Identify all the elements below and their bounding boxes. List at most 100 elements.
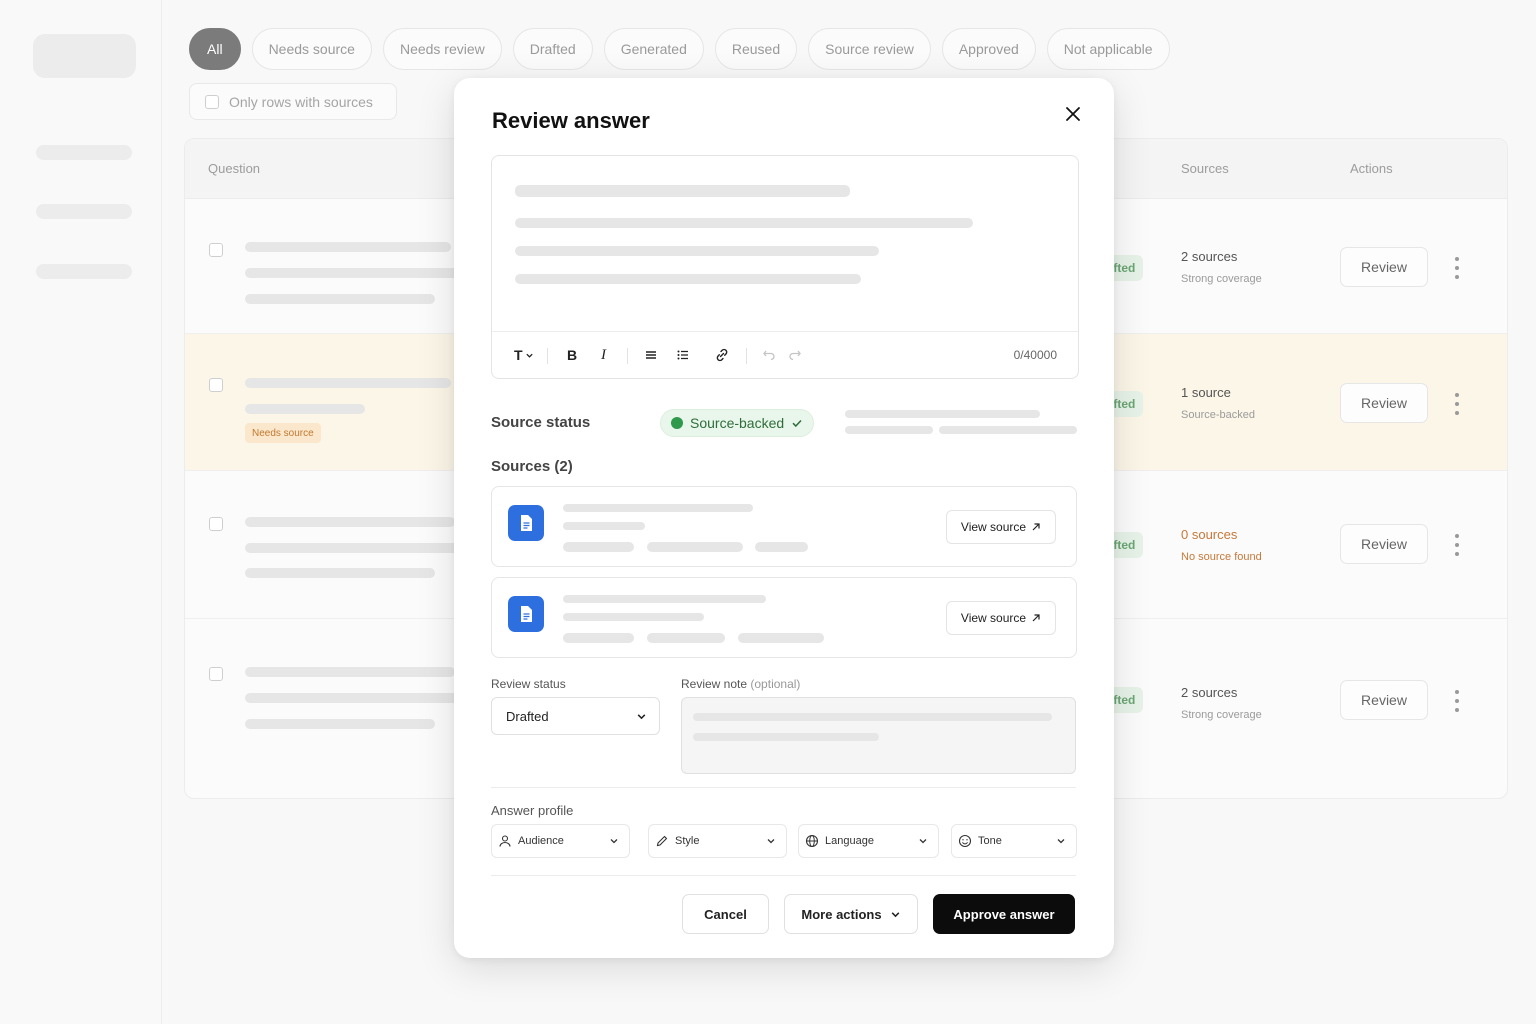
more-options-icon[interactable] xyxy=(1452,534,1462,556)
view-source-button[interactable]: View source xyxy=(946,601,1056,635)
source-status-detail-placeholder xyxy=(939,426,1077,434)
source-count: 2 sources xyxy=(1181,249,1238,264)
editor-content[interactable] xyxy=(492,156,1078,332)
column-header-sources: Sources xyxy=(1181,161,1229,176)
source-count: 2 sources xyxy=(1181,685,1238,700)
divider xyxy=(491,787,1076,788)
approve-answer-button[interactable]: Approve answer xyxy=(933,894,1075,934)
view-source-button[interactable]: View source xyxy=(946,510,1056,544)
review-button[interactable]: Review xyxy=(1340,247,1428,287)
sidebar xyxy=(0,0,162,1024)
optional-hint: (optional) xyxy=(750,677,801,691)
review-button[interactable]: Review xyxy=(1340,524,1428,564)
more-options-icon[interactable] xyxy=(1452,393,1462,415)
question-text-placeholder xyxy=(245,693,465,703)
status-dot-icon xyxy=(671,417,683,429)
row-checkbox[interactable] xyxy=(209,667,223,681)
note-text-placeholder xyxy=(693,713,1052,721)
question-text-placeholder xyxy=(245,568,435,578)
review-status-select[interactable]: Drafted xyxy=(491,697,660,735)
review-answer-modal: Review answer T B I 0/40000 Source statu… xyxy=(454,78,1114,958)
filter-chips: All Needs source Needs review Drafted Ge… xyxy=(189,28,1170,70)
editor-toolbar: T B I 0/40000 xyxy=(492,332,1078,379)
source-title-placeholder xyxy=(563,595,766,603)
text-style-button[interactable]: T xyxy=(514,347,534,363)
row-checkbox[interactable] xyxy=(209,517,223,531)
sidebar-item-placeholder[interactable] xyxy=(36,204,132,219)
text-style-label: T xyxy=(514,347,523,363)
filter-chip-needs-source[interactable]: Needs source xyxy=(251,28,372,70)
more-actions-button[interactable]: More actions xyxy=(784,894,918,934)
bold-button[interactable]: B xyxy=(567,347,577,363)
source-meta-placeholder xyxy=(647,542,743,552)
modal-title: Review answer xyxy=(492,108,650,133)
source-card: View source xyxy=(491,486,1077,567)
cancel-button[interactable]: Cancel xyxy=(682,894,769,934)
chevron-down-icon xyxy=(1057,839,1065,844)
more-options-icon[interactable] xyxy=(1452,690,1462,712)
filter-chip-drafted[interactable]: Drafted xyxy=(512,28,593,70)
source-status-detail-placeholder xyxy=(845,410,1040,418)
question-text-placeholder xyxy=(245,667,455,677)
source-status-label: Source status xyxy=(491,414,591,431)
only-rows-checkbox[interactable] xyxy=(205,94,219,109)
audience-select[interactable]: Audience xyxy=(491,824,630,858)
tone-select[interactable]: Tone xyxy=(951,824,1077,858)
style-select[interactable]: Style xyxy=(648,824,787,858)
source-count: 0 sources xyxy=(1181,527,1238,542)
row-checkbox[interactable] xyxy=(209,378,223,392)
question-text-placeholder xyxy=(245,294,435,304)
italic-button[interactable]: I xyxy=(601,347,606,364)
user-icon xyxy=(499,835,511,847)
filter-chip-approved[interactable]: Approved xyxy=(941,28,1036,70)
sidebar-item-placeholder[interactable] xyxy=(36,264,132,279)
source-title-placeholder xyxy=(563,504,753,512)
question-text-placeholder xyxy=(245,404,365,414)
review-note-label-text: Review note xyxy=(681,677,748,691)
smile-icon xyxy=(958,834,972,848)
filter-chip-source-review[interactable]: Source review xyxy=(808,28,931,70)
bullet-list-icon[interactable] xyxy=(676,348,690,362)
answer-text-placeholder xyxy=(515,185,850,197)
chevron-down-icon xyxy=(767,839,775,844)
review-note-label: Review note (optional) xyxy=(681,677,800,691)
external-link-icon xyxy=(1032,523,1040,531)
question-text-placeholder xyxy=(245,242,451,252)
tone-label: Tone xyxy=(978,835,1002,847)
answer-editor[interactable]: T B I 0/40000 xyxy=(491,155,1079,379)
answer-profile-label: Answer profile xyxy=(491,803,574,818)
filter-chip-all[interactable]: All xyxy=(189,28,241,70)
row-checkbox[interactable] xyxy=(209,243,223,257)
only-rows-with-sources-toggle[interactable]: Only rows with sources xyxy=(189,83,397,120)
language-select[interactable]: Language xyxy=(798,824,939,858)
source-count: 1 source xyxy=(1181,385,1231,400)
question-text-placeholder xyxy=(245,378,451,388)
document-icon xyxy=(508,505,544,541)
filter-chip-not-applicable[interactable]: Not applicable xyxy=(1046,28,1170,70)
filter-chip-generated[interactable]: Generated xyxy=(603,28,704,70)
redo-icon[interactable] xyxy=(788,347,802,361)
column-header-question: Question xyxy=(208,161,261,176)
more-options-icon[interactable] xyxy=(1452,257,1462,279)
question-text-placeholder xyxy=(245,268,465,278)
source-coverage: No source found xyxy=(1181,551,1262,563)
more-actions-label: More actions xyxy=(801,906,882,922)
close-icon[interactable] xyxy=(1061,102,1085,126)
align-icon[interactable] xyxy=(644,348,658,362)
filter-chip-reused[interactable]: Reused xyxy=(714,28,798,70)
review-button[interactable]: Review xyxy=(1340,383,1428,423)
source-meta-placeholder xyxy=(563,633,634,643)
source-meta-placeholder xyxy=(563,542,634,552)
filter-chip-needs-review[interactable]: Needs review xyxy=(382,28,502,70)
source-meta-placeholder xyxy=(738,633,824,643)
link-icon[interactable] xyxy=(714,347,730,363)
sidebar-item-placeholder[interactable] xyxy=(36,145,132,160)
source-meta-placeholder xyxy=(755,542,808,552)
undo-icon[interactable] xyxy=(762,347,776,361)
audience-label: Audience xyxy=(518,835,564,847)
review-button[interactable]: Review xyxy=(1340,680,1428,720)
review-note-input[interactable] xyxy=(681,697,1076,774)
chevron-down-icon xyxy=(637,713,646,719)
character-count: 0/40000 xyxy=(1013,348,1057,362)
needs-source-badge: Needs source xyxy=(245,423,321,443)
